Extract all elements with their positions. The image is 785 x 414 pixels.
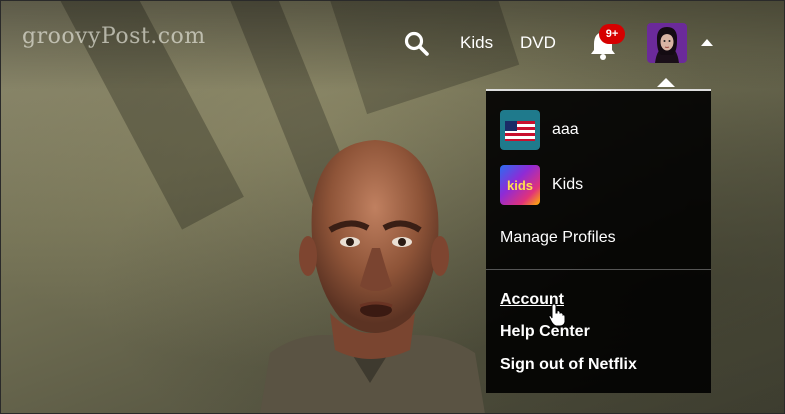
hand-cursor-icon (548, 303, 566, 327)
menu-pointer (657, 78, 675, 87)
search-icon[interactable] (403, 30, 431, 58)
profile-item-aaa[interactable]: aaa (500, 110, 579, 150)
profile-avatar-kids-icon: kids (500, 165, 540, 205)
sign-out-link[interactable]: Sign out of Netflix (500, 356, 637, 374)
menu-divider (486, 269, 711, 270)
profile-item-kids[interactable]: kids Kids (500, 165, 583, 205)
nav-kids-link[interactable]: Kids (460, 33, 493, 53)
notification-badge: 9+ (599, 24, 625, 44)
profile-avatar-stripes-icon (500, 110, 540, 150)
avatar[interactable] (647, 23, 687, 63)
profile-name: Kids (552, 176, 584, 193)
profile-name: aaa (552, 121, 579, 138)
help-center-link[interactable]: Help Center (500, 323, 590, 341)
account-dropdown-menu: aaa kids Kids Manage Profiles Account He… (486, 89, 711, 393)
watermark: groovyPost.com (22, 24, 206, 49)
hero-person-image (260, 140, 485, 414)
svg-text:kids: kids (507, 178, 533, 193)
nav-dvd-link[interactable]: DVD (520, 33, 556, 53)
caret-up-icon[interactable] (700, 37, 714, 47)
manage-profiles-link[interactable]: Manage Profiles (500, 229, 616, 247)
